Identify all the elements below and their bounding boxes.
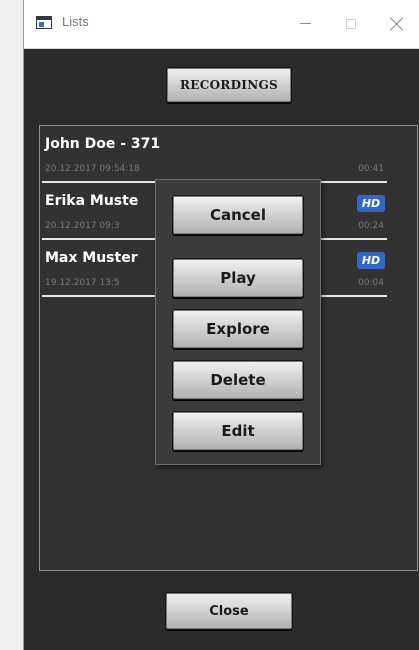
recording-name: Erika Muste (45, 193, 139, 209)
recordings-button[interactable]: RECORDINGS (166, 67, 292, 103)
recording-duration: 00:41 (358, 164, 384, 174)
list-item[interactable]: John Doe - 371 20.12.2017 09:54:18 00:41 (42, 126, 387, 183)
edit-button[interactable]: Edit (172, 411, 304, 451)
minimize-button[interactable] (282, 0, 328, 47)
delete-button[interactable]: Delete (172, 360, 304, 400)
recording-name: John Doe - 371 (45, 136, 161, 152)
recording-date: 19.12.2017 13:5 (45, 278, 120, 288)
maximize-icon (346, 18, 356, 29)
play-button[interactable]: Play (172, 258, 304, 298)
hd-badge: HD (357, 195, 385, 212)
minimize-icon (299, 23, 311, 24)
close-window-button[interactable] (374, 0, 419, 47)
recording-name: Max Muster (45, 250, 138, 266)
hd-badge: HD (357, 252, 385, 269)
window-title: Lists (62, 14, 89, 29)
recording-date: 20.12.2017 09:54:18 (45, 164, 140, 174)
recording-duration: 00:04 (358, 278, 384, 288)
cancel-button[interactable]: Cancel (172, 195, 304, 235)
lists-window: Lists RECORDINGS John Doe - 371 20.12.20… (23, 0, 419, 650)
explore-button[interactable]: Explore (172, 309, 304, 349)
close-button[interactable]: Close (165, 592, 293, 630)
close-icon (390, 17, 404, 31)
recording-date: 20.12.2017 09:3 (45, 221, 120, 231)
recording-duration: 00:24 (358, 221, 384, 231)
title-bar[interactable]: Lists (24, 0, 419, 49)
maximize-button[interactable] (328, 0, 374, 47)
app-window-icon (36, 16, 52, 29)
context-menu: Cancel Play Explore Delete Edit (155, 179, 321, 465)
